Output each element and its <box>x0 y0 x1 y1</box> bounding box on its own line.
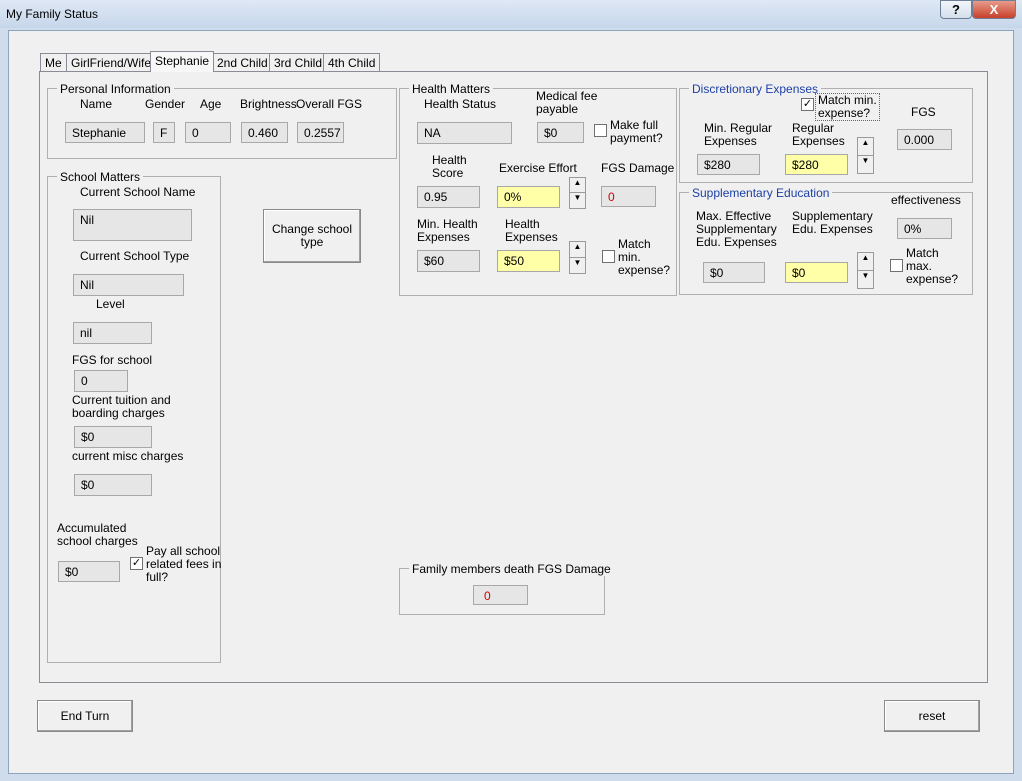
match-max-expense-checkbox[interactable] <box>890 259 903 272</box>
gender-field: F <box>153 122 175 143</box>
brightness-field: 0.460 <box>241 122 288 143</box>
health-score-field: 0.95 <box>417 186 480 208</box>
min-health-exp-label-2: Expenses <box>417 230 470 244</box>
tab-stephanie[interactable]: Stephanie <box>150 51 215 72</box>
min-regular-field: $280 <box>697 154 760 175</box>
discretionary-fgs-label: FGS <box>911 105 936 119</box>
spin-up-icon[interactable]: ▲ <box>858 138 873 156</box>
school-type-label: Current School Type <box>80 249 190 263</box>
gender-label: Gender <box>145 97 186 111</box>
brightness-label: Brightness <box>240 97 297 111</box>
death-damage-field: 0 <box>473 585 528 605</box>
pay-all-label-3: full? <box>146 570 169 584</box>
end-turn-button[interactable]: End Turn <box>37 700 133 732</box>
health-exp-field[interactable]: $50 <box>497 250 560 272</box>
tab-me[interactable]: Me <box>40 53 67 72</box>
school-fgs-field: 0 <box>74 370 128 392</box>
discretionary-fgs-field: 0.000 <box>897 129 952 150</box>
change-school-type-label: Change school type <box>271 222 353 249</box>
health-status-label: Health Status <box>424 97 497 111</box>
spin-down-icon[interactable]: ▼ <box>570 193 585 208</box>
make-full-payment-checkbox[interactable] <box>594 124 607 137</box>
spin-up-icon[interactable]: ▲ <box>858 253 873 271</box>
health-exp-label-2: Expenses <box>505 230 558 244</box>
discretionary-title: Discretionary Expenses <box>689 82 822 96</box>
medical-fee-label-2: payable <box>536 102 579 116</box>
school-fgs-label: FGS for school <box>72 353 153 367</box>
change-school-type-button[interactable]: Change school type <box>263 209 361 263</box>
supplementary-title: Supplementary Education <box>689 186 833 200</box>
supplementary-exp-field[interactable]: $0 <box>785 262 848 283</box>
school-matters-title: School Matters <box>57 170 144 184</box>
close-icon: X <box>989 2 999 17</box>
effectiveness-label: effectiveness <box>891 193 961 207</box>
supplementary-exp-spinner[interactable]: ▲ ▼ <box>857 252 874 289</box>
supplementary-exp-label-2: Edu. Expenses <box>792 222 873 236</box>
spin-up-icon[interactable]: ▲ <box>570 178 585 193</box>
health-score-label-2: Score <box>432 166 464 180</box>
exercise-effort-spinner[interactable]: ▲ ▼ <box>569 177 586 209</box>
window-title: My Family Status <box>6 7 99 21</box>
reset-button[interactable]: reset <box>884 700 980 732</box>
school-name-label: Current School Name <box>80 185 196 199</box>
max-effective-field: $0 <box>703 262 765 283</box>
close-button[interactable]: X <box>972 0 1016 19</box>
name-label: Name <box>80 97 113 111</box>
min-health-exp-field: $60 <box>417 250 480 272</box>
personal-info-title: Personal Information <box>57 82 174 96</box>
overall-fgs-field: 0.2557 <box>297 122 344 143</box>
match-min-expense-label: Match min. expense? <box>815 93 880 121</box>
misc-charges-field: $0 <box>74 474 152 496</box>
regular-exp-label-2: Expenses <box>792 134 845 148</box>
health-matters-title: Health Matters <box>409 82 494 96</box>
regular-exp-spinner[interactable]: ▲ ▼ <box>857 137 874 174</box>
match-label-3: expense? <box>618 263 671 277</box>
tab-4th-child[interactable]: 4th Child <box>323 53 381 72</box>
spin-down-icon[interactable]: ▼ <box>570 258 585 274</box>
exercise-effort-label: Exercise Effort <box>499 161 577 175</box>
fgs-damage-label: FGS Damage <box>601 161 675 175</box>
accumulated-label-2: school charges <box>57 534 138 548</box>
spin-up-icon[interactable]: ▲ <box>570 242 585 258</box>
school-type-field: Nil <box>73 274 184 296</box>
match-min-health-checkbox[interactable] <box>602 250 615 263</box>
tuition-field: $0 <box>74 426 152 448</box>
exercise-effort-field[interactable]: 0% <box>497 186 560 208</box>
tab-girlfriend-wife[interactable]: GirlFriend/Wife <box>66 53 157 72</box>
age-field: 0 <box>185 122 231 143</box>
spin-down-icon[interactable]: ▼ <box>858 156 873 174</box>
spin-down-icon[interactable]: ▼ <box>858 271 873 289</box>
match-max-label-3: expense? <box>906 272 959 286</box>
title-bar <box>0 0 1022 28</box>
min-regular-label-2: Expenses <box>704 134 757 148</box>
age-label: Age <box>200 97 222 111</box>
medical-fee-field: $0 <box>537 122 584 143</box>
effectiveness-field: 0% <box>897 218 952 239</box>
name-field: Stephanie <box>65 122 145 143</box>
level-field: nil <box>73 322 152 344</box>
tuition-label-2: boarding charges <box>72 406 165 420</box>
health-status-field: NA <box>417 122 512 144</box>
health-exp-spinner[interactable]: ▲ ▼ <box>569 241 586 274</box>
pay-all-checkbox[interactable]: ✓ <box>130 557 143 570</box>
overall-fgs-label: Overall FGS <box>296 97 363 111</box>
max-effective-label-3: Edu. Expenses <box>696 235 777 249</box>
tab-2nd-child[interactable]: 2nd Child <box>212 53 273 72</box>
help-button[interactable]: ? <box>940 0 972 19</box>
regular-exp-field[interactable]: $280 <box>785 154 848 175</box>
level-label: Level <box>96 297 125 311</box>
accumulated-field: $0 <box>58 561 120 582</box>
fgs-damage-field: 0 <box>601 186 656 207</box>
match-min-expense-checkbox[interactable]: ✓ <box>801 98 814 111</box>
misc-charges-label: current misc charges <box>72 449 184 463</box>
make-full-label-2: payment? <box>610 131 663 145</box>
help-icon: ? <box>952 2 960 17</box>
tab-3rd-child[interactable]: 3rd Child <box>269 53 328 72</box>
death-damage-title: Family members death FGS Damage <box>409 562 614 576</box>
school-name-field: Nil <box>73 209 192 241</box>
